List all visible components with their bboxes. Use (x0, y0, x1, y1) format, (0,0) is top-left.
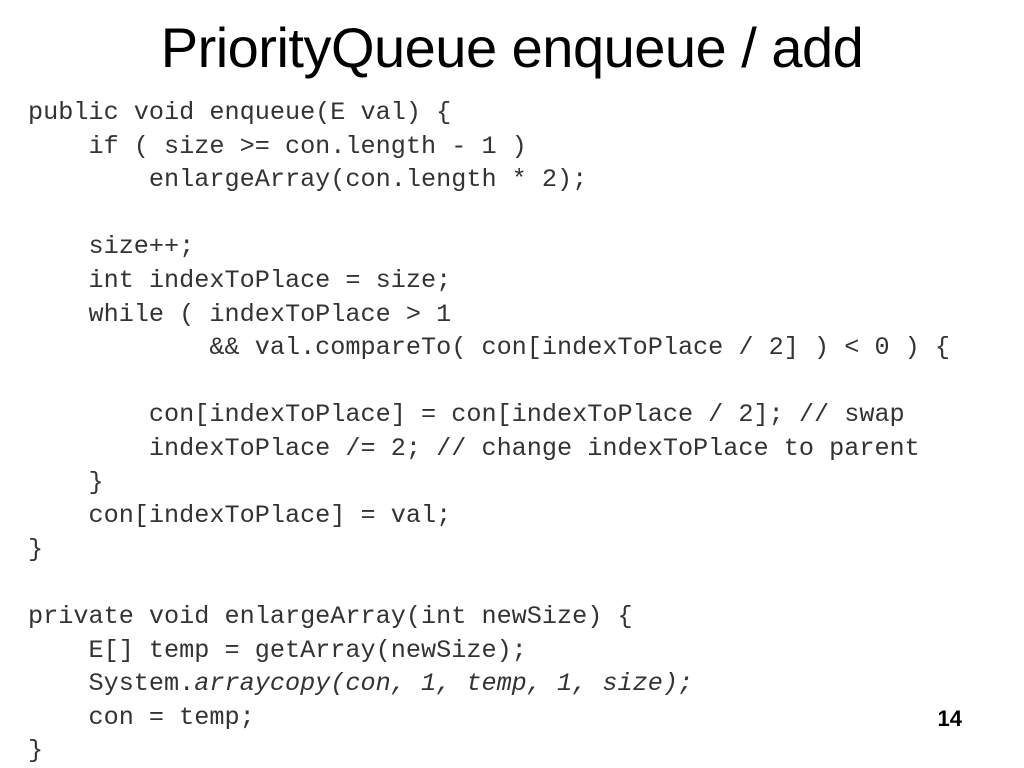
code-line: && val.compareTo( con[indexToPlace / 2] … (28, 331, 950, 365)
code-line: if ( size >= con.length - 1 ) (28, 130, 950, 164)
slide-title: PriorityQueue enqueue / add (160, 16, 864, 79)
code-line: E[] temp = getArray(newSize); (28, 634, 950, 668)
code-line: size++; (28, 230, 950, 264)
code-line: System.arraycopy(con, 1, temp, 1, size); (28, 667, 950, 701)
code-segment: if ( size >= con.length - 1 ) (28, 131, 527, 161)
code-segment: } (28, 534, 44, 564)
code-line: int indexToPlace = size; (28, 264, 950, 298)
code-line: } (28, 734, 950, 768)
code-segment: while ( indexToPlace > 1 (28, 299, 452, 329)
code-segment: int indexToPlace = size; (28, 265, 452, 295)
code-line: indexToPlace /= 2; // change indexToPlac… (28, 432, 950, 466)
code-line: con[indexToPlace] = con[indexToPlace / 2… (28, 398, 950, 432)
code-segment: private void enlargeArray(int newSize) { (28, 601, 633, 631)
code-segment: System. (28, 669, 195, 699)
code-line: con[indexToPlace] = val; (28, 499, 950, 533)
code-segment: E[] temp = getArray(newSize); (28, 635, 527, 665)
code-line: public void enqueue(E val) { (28, 96, 950, 130)
code-line: private void enlargeArray(int newSize) { (28, 600, 950, 634)
code-segment: indexToPlace /= 2; // change indexToPlac… (28, 433, 920, 463)
code-line: while ( indexToPlace > 1 (28, 298, 950, 332)
code-line: } (28, 533, 950, 567)
code-segment: con = temp; (28, 702, 255, 732)
code-line: con = temp; (28, 701, 950, 735)
code-segment: con[indexToPlace] = con[indexToPlace / 2… (28, 400, 905, 430)
code-segment: } (28, 736, 44, 766)
code-segment: con[indexToPlace] = val; (28, 501, 452, 531)
code-segment: public void enqueue(E val) { (28, 98, 452, 127)
code-block: public void enqueue(E val) { if ( size >… (28, 96, 950, 768)
code-line: enlargeArray(con.length * 2); (28, 163, 950, 197)
code-segment: enlargeArray(con.length * 2); (28, 165, 588, 195)
code-line: } (28, 466, 950, 500)
code-segment-italic: arraycopy(con, 1, temp, 1, size); (194, 669, 694, 699)
code-segment: } (28, 467, 104, 497)
code-segment: && val.compareTo( con[indexToPlace / 2] … (28, 333, 951, 363)
page-number: 14 (937, 706, 962, 731)
code-segment: size++; (28, 232, 195, 262)
